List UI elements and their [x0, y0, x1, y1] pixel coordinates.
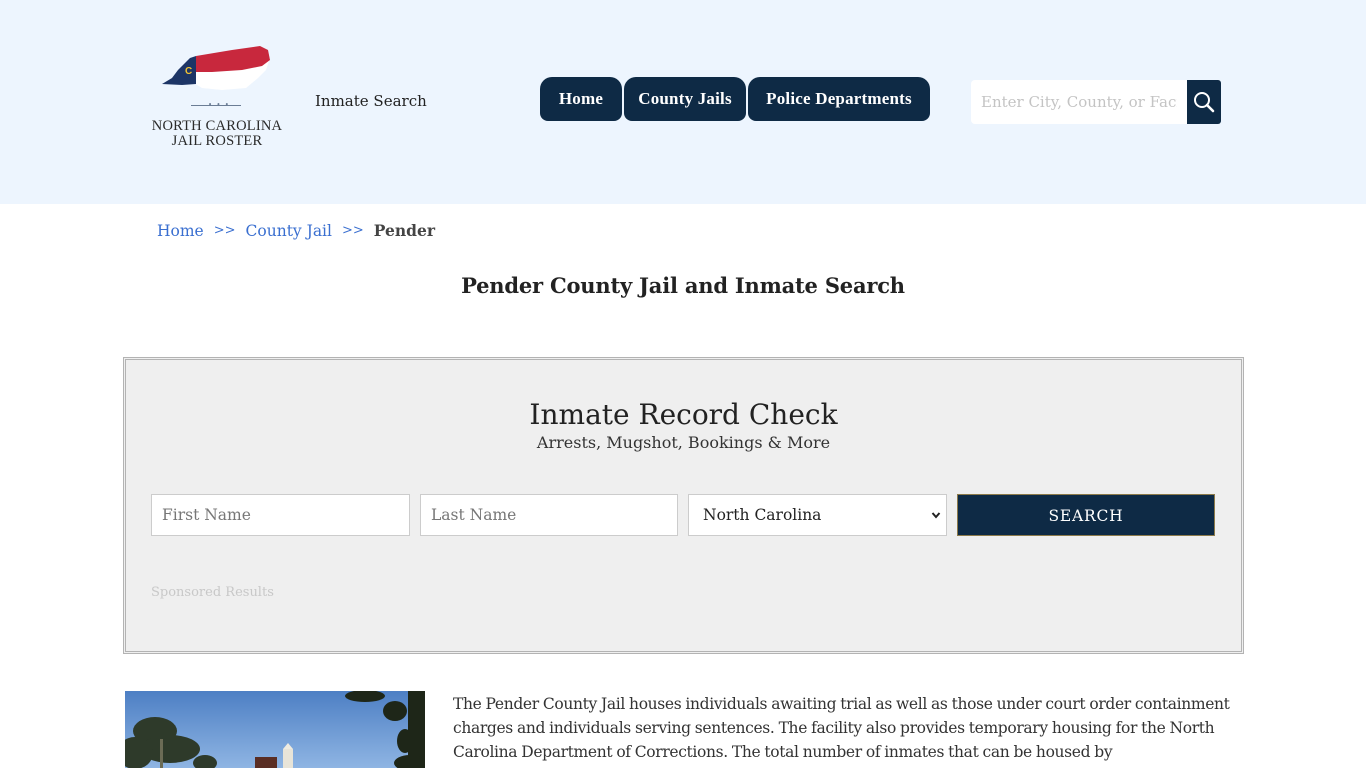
- sponsored-results-label: Sponsored Results: [151, 585, 274, 600]
- page-title: Pender County Jail and Inmate Search: [461, 273, 905, 298]
- site-logo[interactable]: C • • • NORTH CAROLINA JAIL ROSTER: [146, 44, 288, 154]
- last-name-input[interactable]: [420, 494, 678, 536]
- nav-tab-county-jails-label: County Jails: [638, 89, 732, 108]
- first-name-input[interactable]: [151, 494, 410, 536]
- record-search-button[interactable]: SEARCH: [957, 494, 1215, 536]
- inmate-record-check-box: Inmate Record Check Arrests, Mugshot, Bo…: [123, 357, 1244, 654]
- site-header: C • • • NORTH CAROLINA JAIL ROSTER Inmat…: [0, 0, 1366, 204]
- site-search-input[interactable]: [971, 80, 1187, 124]
- north-carolina-flag-map-icon: C: [162, 46, 270, 90]
- jail-photo: [125, 691, 425, 768]
- nav-tab-police-departments-label: Police Departments: [766, 89, 912, 108]
- nav-tab-home[interactable]: Home: [540, 77, 622, 121]
- jail-description: The Pender County Jail houses individual…: [453, 695, 1230, 761]
- breadcrumb-county-jail[interactable]: County Jail: [246, 222, 332, 240]
- breadcrumb-separator: >>: [341, 223, 364, 238]
- breadcrumb: Home >> County Jail >> Pender: [157, 221, 435, 240]
- site-search-button[interactable]: [1187, 80, 1221, 124]
- logo-line-1: NORTH CAROLINA: [151, 118, 283, 134]
- breadcrumb-home[interactable]: Home: [157, 222, 204, 240]
- logo-dots: • • •: [208, 101, 230, 109]
- nav-tab-county-jails[interactable]: County Jails: [624, 77, 746, 121]
- svg-text:C: C: [185, 66, 192, 77]
- logo-text: NORTH CAROLINA JAIL ROSTER: [146, 119, 288, 149]
- logo-line-2: JAIL ROSTER: [171, 133, 263, 149]
- record-check-title: Inmate Record Check: [529, 398, 838, 431]
- jail-photo-image: [125, 691, 425, 768]
- search-icon: [1194, 92, 1215, 113]
- breadcrumb-separator: >>: [213, 223, 236, 238]
- nav-tab-home-label: Home: [558, 89, 604, 108]
- site-search: [971, 80, 1221, 124]
- nav-tab-police-departments[interactable]: Police Departments: [748, 77, 930, 121]
- main-nav: Home County Jails Police Departments: [540, 77, 932, 121]
- state-select[interactable]: North Carolina: [688, 494, 947, 536]
- record-check-subtitle: Arrests, Mugshot, Bookings & More: [536, 433, 831, 452]
- inmate-search-link[interactable]: Inmate Search: [315, 92, 427, 110]
- breadcrumb-current: Pender: [373, 221, 436, 240]
